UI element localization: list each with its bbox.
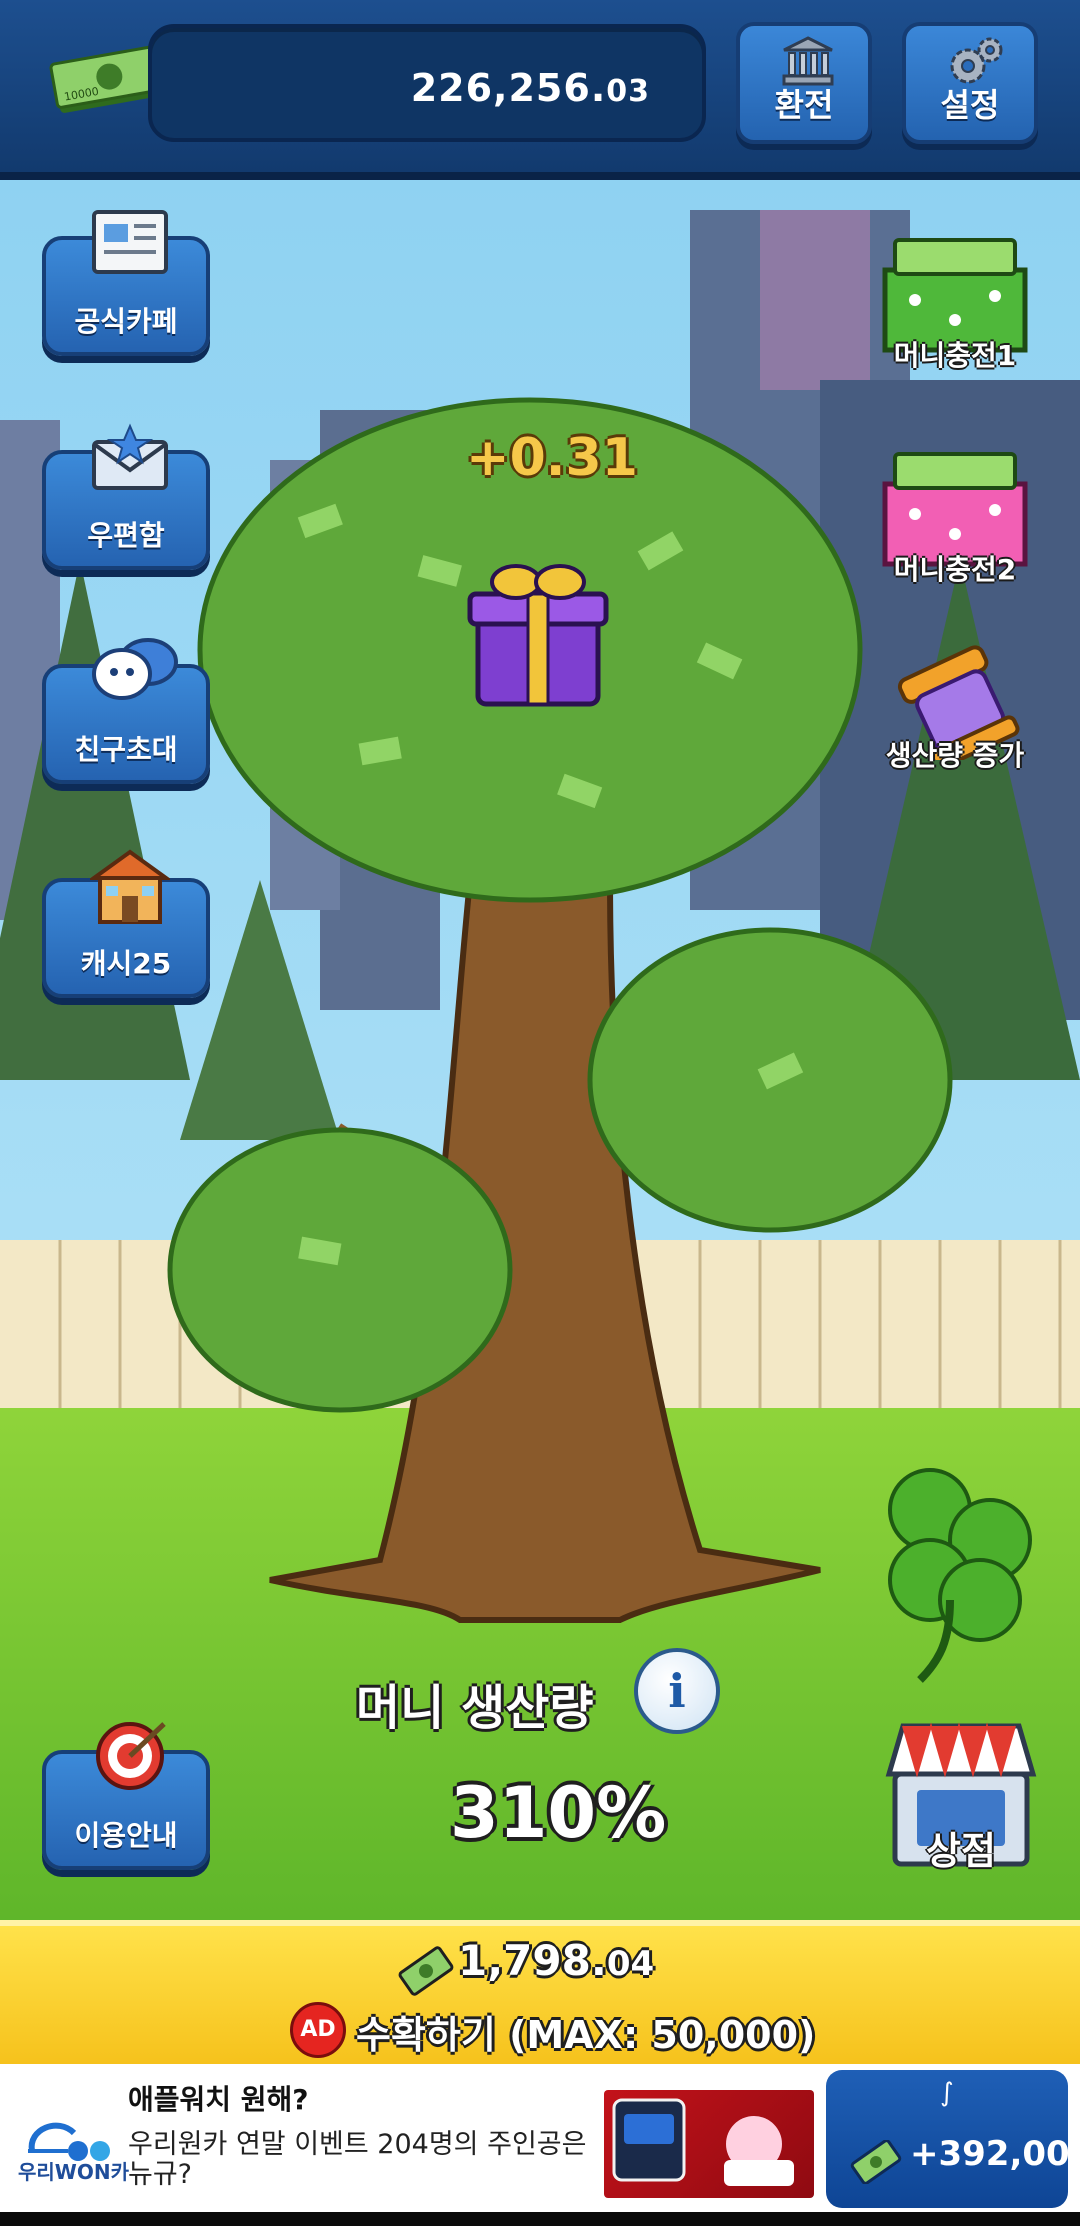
- income-float-text: +0.31: [466, 428, 638, 488]
- newspaper-icon: [92, 210, 168, 274]
- ad-badge: AD: [290, 2002, 346, 2058]
- reward-amount: +392,000: [910, 2134, 1080, 2174]
- info-icon: i: [668, 1664, 686, 1718]
- reward-symbol: ∫: [940, 2078, 954, 2108]
- bottom-edge: [0, 2212, 1080, 2226]
- ad-image: [604, 2090, 814, 2198]
- balance-display: 226,256.03: [148, 24, 706, 142]
- target-icon: [96, 1722, 166, 1790]
- production-label: 머니 생산량: [356, 1680, 594, 1736]
- balance-value: 226,256.03: [410, 66, 650, 110]
- cash-bill-icon: [398, 1946, 454, 1996]
- ad-phone-illustration: [612, 2098, 794, 2186]
- ad-banner[interactable]: 우리WON카 애플워치 원해? 우리원카 연말 이벤트 204명의 주인공은 뉴…: [0, 2064, 1080, 2212]
- official-cafe-label: 공식카페: [74, 305, 178, 338]
- top-bar: 10000 226,256.03 환전 설정: [0, 0, 1080, 180]
- shop-label: 상점: [926, 1829, 996, 1873]
- shop-button[interactable]: 상점: [876, 1720, 1046, 1880]
- harvest-amount: 1,798.04: [458, 1936, 655, 1985]
- settings-label: 설정: [940, 86, 1000, 124]
- harvest-button-label[interactable]: 수확하기 (MAX: 50,000): [356, 2004, 815, 2059]
- mailbox-button[interactable]: 우편함: [42, 423, 210, 570]
- invite-friend-label: 친구초대: [74, 733, 178, 766]
- production-value: 310%: [450, 1772, 667, 1854]
- exchange-label: 환전: [774, 86, 834, 124]
- money-charge-1-button[interactable]: 머니충전1: [870, 230, 1040, 390]
- ad-description: 우리원카 연말 이벤트 204명의 주인공은 뉴규?: [128, 2129, 587, 2190]
- money-charge-1-label: 머니충전1: [893, 339, 1017, 372]
- chat-bubble-icon: [92, 638, 178, 700]
- gift-box-icon[interactable]: [458, 552, 618, 712]
- reward-cash-icon: [850, 2140, 902, 2184]
- settings-button[interactable]: 설정: [902, 22, 1038, 144]
- production-info-button[interactable]: i: [634, 1648, 720, 1734]
- mailbox-label: 우편함: [87, 519, 165, 552]
- store-building-icon: [90, 849, 170, 924]
- ad-reward-button[interactable]: ∫ +392,000: [826, 2070, 1080, 2208]
- official-cafe-button[interactable]: 공식카페: [42, 210, 210, 356]
- game-screen: 10000 226,256.03 환전 설정 +0.31 공식카페 우편함 친구…: [0, 0, 1080, 2226]
- guide-label: 이용안내: [74, 1819, 178, 1852]
- invite-friend-button[interactable]: 친구초대: [42, 638, 210, 784]
- exchange-button[interactable]: 환전: [736, 22, 872, 144]
- money-tree-scene: +0.31 공식카페 우편함 친구초대 캐시25 이용안내 머니충전1 머니충전…: [0, 180, 1080, 1920]
- cash25-label: 캐시25: [80, 947, 172, 980]
- guide-button[interactable]: 이용안내: [42, 1722, 210, 1870]
- harvest-bar[interactable]: 1,798.04 AD 수확하기 (MAX: 50,000): [0, 1920, 1080, 2064]
- cash25-button[interactable]: 캐시25: [42, 849, 210, 998]
- ad-logo-text: 우리WON카: [18, 2160, 130, 2184]
- mail-icon: [92, 423, 168, 490]
- money-charge-2-button[interactable]: 머니충전2: [870, 444, 1040, 604]
- money-charge-2-label: 머니충전2: [893, 553, 1017, 586]
- production-boost-button[interactable]: 생산량 증가: [870, 640, 1040, 780]
- production-boost-label: 생산량 증가: [885, 739, 1025, 772]
- ad-title: 애플워치 원해?: [128, 2083, 309, 2116]
